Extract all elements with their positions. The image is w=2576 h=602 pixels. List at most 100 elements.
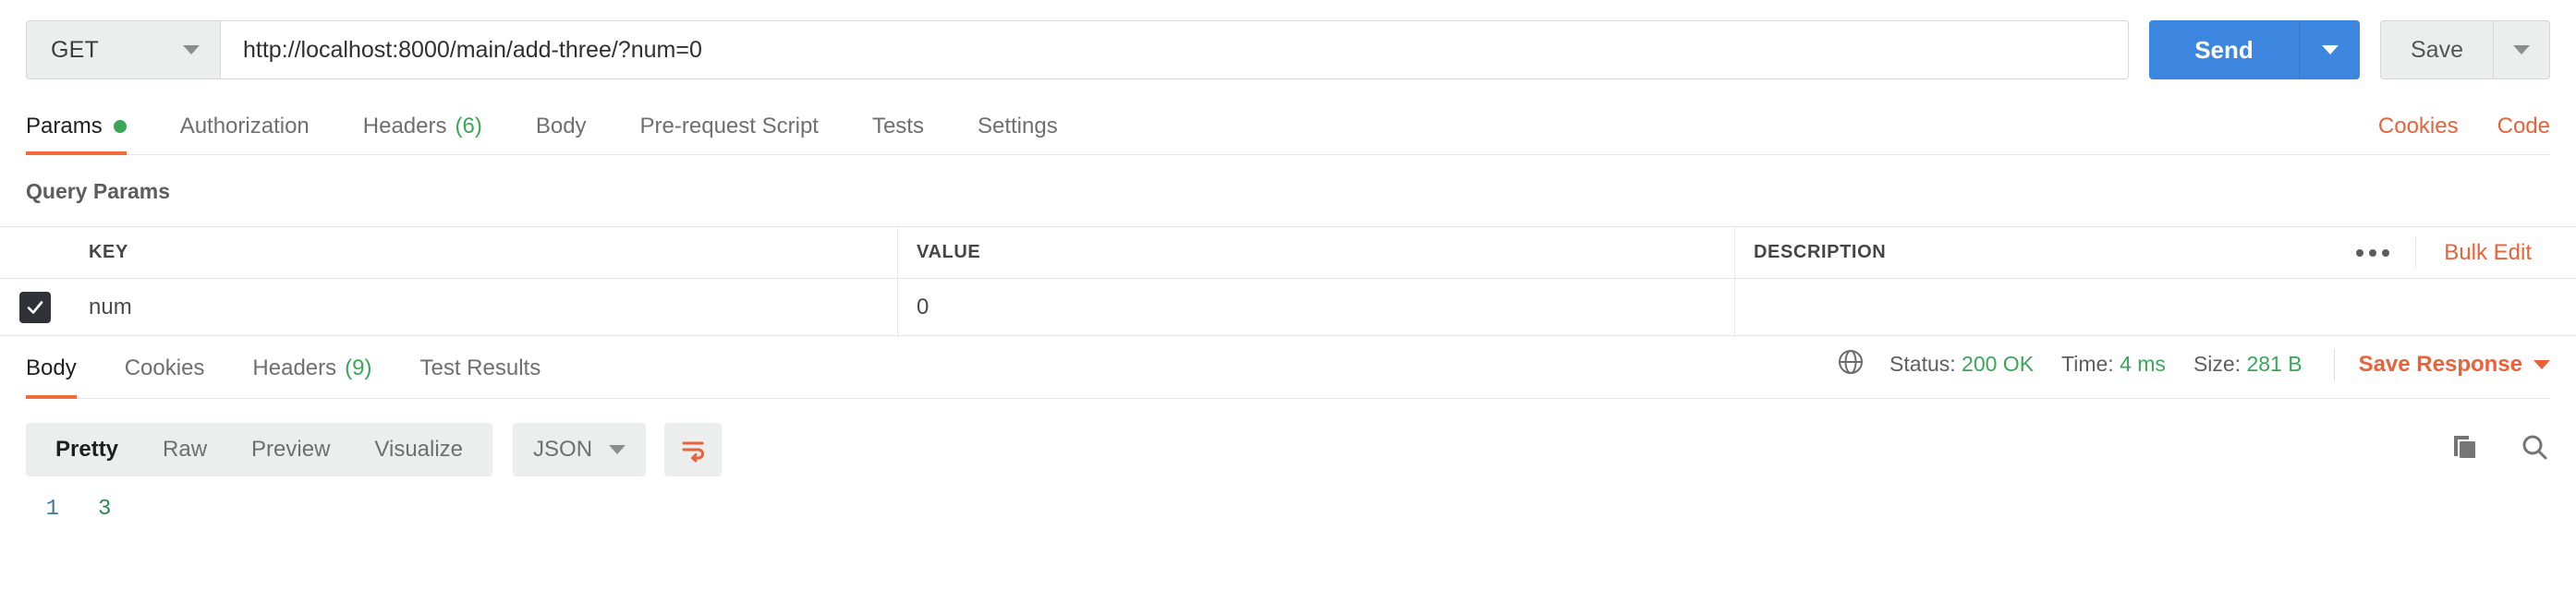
request-url-input[interactable]: http://localhost:8000/main/add-three/?nu… — [220, 20, 2129, 79]
tab-pre-request-script-label: Pre-request Script — [639, 114, 819, 138]
size-indicator: Size: 281 B — [2193, 352, 2303, 377]
save-options-button[interactable] — [2493, 20, 2550, 79]
header-value-cell: VALUE — [898, 227, 1735, 278]
status-label: Status: — [1889, 352, 1956, 376]
time-value: 4 ms — [2120, 352, 2166, 376]
response-tab-body[interactable]: Body — [26, 355, 77, 399]
chevron-down-icon — [2513, 45, 2530, 54]
send-button[interactable]: Send — [2149, 20, 2299, 79]
response-tab-cookies-label: Cookies — [124, 355, 205, 380]
table-header-actions: Bulk Edit — [2330, 227, 2558, 278]
line-number: 1 — [45, 497, 59, 522]
tab-headers-count: (6) — [455, 114, 482, 138]
tab-tests[interactable]: Tests — [872, 114, 924, 154]
http-method-select[interactable]: GET — [26, 20, 220, 79]
header-checkbox-cell — [0, 227, 70, 278]
param-enabled-checkbox[interactable] — [19, 291, 51, 323]
table-header-row: KEY VALUE DESCRIPTION Bulk Edit — [0, 227, 2576, 279]
time-indicator: Time: 4 ms — [2061, 352, 2166, 377]
view-mode-raw[interactable]: Raw — [140, 423, 229, 476]
search-icon — [2522, 435, 2547, 459]
tab-settings-label: Settings — [977, 114, 1058, 138]
tab-params[interactable]: Params — [26, 114, 127, 155]
response-tab-headers[interactable]: Headers (9) — [252, 355, 371, 398]
bulk-edit-button[interactable]: Bulk Edit — [2416, 240, 2558, 266]
tab-authorization[interactable]: Authorization — [180, 114, 310, 154]
chevron-down-icon — [2533, 360, 2550, 370]
tab-body[interactable]: Body — [536, 114, 587, 154]
time-label: Time: — [2061, 352, 2114, 376]
unsaved-dot-icon — [113, 120, 127, 133]
divider — [2333, 348, 2335, 380]
response-body-value: 3 — [98, 497, 112, 522]
tab-body-label: Body — [535, 114, 587, 138]
code-link[interactable]: Code — [2497, 114, 2550, 139]
query-params-title: Query Params — [26, 179, 170, 203]
column-header-value: VALUE — [917, 242, 981, 262]
view-mode-visualize[interactable]: Visualize — [352, 423, 485, 476]
size-value: 281 B — [2246, 352, 2303, 376]
response-body-actions — [2448, 432, 2550, 468]
response-status-bar: Status: 200 OK Time: 4 ms Size: 281 B Sa… — [1836, 347, 2550, 398]
chevron-down-icon — [609, 445, 626, 454]
response-body-toolbar: Pretty Raw Preview Visualize JSON — [26, 423, 2550, 476]
chevron-down-icon — [2321, 45, 2339, 54]
http-method-label: GET — [51, 36, 99, 63]
response-view-mode-group: Pretty Raw Preview Visualize — [26, 423, 493, 476]
view-mode-preview[interactable]: Preview — [229, 423, 352, 476]
response-tab-body-label: Body — [26, 355, 77, 380]
request-tabs: Params Authorization Headers (6) Body Pr… — [26, 103, 2550, 155]
response-tabs: Body Cookies Headers (9) Test Results St… — [26, 336, 2550, 399]
save-button-group: Save — [2380, 20, 2550, 79]
status-value: 200 OK — [1962, 352, 2035, 376]
column-header-description: DESCRIPTION — [1754, 242, 1887, 262]
response-tab-test-results[interactable]: Test Results — [419, 355, 541, 398]
tab-params-label: Params — [26, 114, 103, 138]
save-response-button[interactable]: Save Response — [2359, 352, 2550, 378]
response-format-label: JSON — [533, 437, 593, 462]
status-indicator: Status: 200 OK — [1889, 352, 2034, 377]
send-options-button[interactable] — [2299, 20, 2360, 79]
param-value-value: 0 — [917, 294, 930, 319]
response-tab-headers-label: Headers — [252, 355, 337, 380]
request-tabs-actions: Cookies Code — [2339, 114, 2550, 154]
globe-icon — [1836, 347, 1865, 381]
header-key-cell: KEY — [70, 227, 898, 278]
postman-request-response-view: GET http://localhost:8000/main/add-three… — [0, 20, 2576, 602]
copy-button[interactable] — [2448, 432, 2480, 468]
cookies-link[interactable]: Cookies — [2378, 114, 2459, 139]
view-mode-pretty[interactable]: Pretty — [33, 423, 140, 476]
response-tab-cookies[interactable]: Cookies — [125, 355, 205, 398]
save-button[interactable]: Save — [2380, 20, 2493, 79]
row-checkbox-cell — [0, 279, 70, 335]
row-value-cell[interactable]: 0 — [898, 279, 1735, 335]
url-bar: GET http://localhost:8000/main/add-three… — [26, 20, 2550, 79]
chevron-down-icon — [183, 45, 200, 54]
response-format-select[interactable]: JSON — [513, 423, 647, 476]
tab-authorization-label: Authorization — [179, 114, 310, 138]
save-response-label: Save Response — [2358, 351, 2522, 377]
table-row: num 0 — [0, 279, 2576, 336]
query-params-table: KEY VALUE DESCRIPTION Bulk Edit num 0 — [0, 226, 2576, 336]
wrap-lines-icon — [682, 441, 705, 463]
send-button-group: Send — [2149, 20, 2360, 79]
header-description-cell: DESCRIPTION Bulk Edit — [1735, 227, 2576, 278]
tab-tests-label: Tests — [871, 114, 924, 138]
search-button[interactable] — [2519, 432, 2550, 468]
row-description-cell[interactable] — [1735, 279, 2576, 335]
response-tab-test-results-label: Test Results — [419, 355, 541, 380]
copy-icon — [2454, 435, 2475, 458]
response-body-content[interactable]: 1 3 — [26, 497, 2550, 522]
response-tab-headers-count: (9) — [345, 355, 372, 380]
size-label: Size: — [2193, 352, 2242, 376]
tab-headers[interactable]: Headers (6) — [363, 114, 482, 154]
column-header-key: KEY — [89, 242, 128, 262]
more-options-icon[interactable] — [2330, 236, 2417, 269]
wrap-lines-button[interactable] — [664, 423, 723, 476]
tab-pre-request-script[interactable]: Pre-request Script — [640, 114, 819, 154]
tab-settings[interactable]: Settings — [978, 114, 1058, 154]
check-icon — [27, 300, 43, 314]
row-key-cell[interactable]: num — [70, 279, 898, 335]
param-key-value: num — [89, 294, 132, 319]
tab-headers-label: Headers — [362, 114, 447, 138]
